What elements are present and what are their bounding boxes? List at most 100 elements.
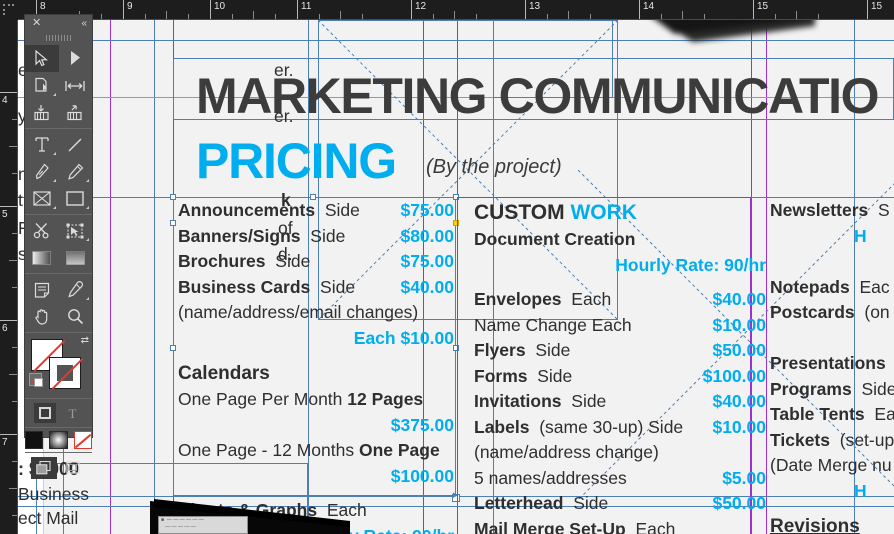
item-price: $50.00	[712, 340, 766, 360]
ruler-label-v: 4	[2, 95, 8, 106]
frame-handle-tl[interactable]	[170, 194, 176, 200]
item-unit: (set-up	[839, 429, 894, 450]
list-item: Notepads Eac	[770, 275, 894, 301]
item-label: Invitations	[474, 391, 562, 411]
apply-color-icon[interactable]	[25, 431, 44, 449]
placed-file-thumbnail: ■ — — — — — — — — — — — — — —	[158, 516, 248, 534]
stroke-swatch[interactable]	[49, 357, 81, 389]
item-label: Envelopes	[474, 289, 562, 309]
item-price: H	[854, 225, 867, 246]
item-label: Letterhead	[474, 493, 564, 513]
list-item: Envelopes Each $40.00	[474, 287, 766, 313]
pencil-tool[interactable]	[59, 158, 93, 185]
note-tool[interactable]	[25, 276, 59, 303]
content-placer-tool[interactable]	[59, 99, 93, 126]
apply-none-icon[interactable]	[73, 431, 92, 449]
gap-tool[interactable]	[59, 72, 93, 99]
ruler-label: 14	[643, 1, 655, 12]
page-title-sub: PRICING	[196, 133, 397, 189]
item-label: Presentations	[770, 353, 886, 373]
type-tool[interactable]	[25, 131, 59, 158]
item-label: Forms	[474, 365, 528, 386]
item-label: Name Change Each	[474, 314, 632, 335]
item-unit: One Page	[358, 440, 440, 460]
ruler-guide	[18, 40, 894, 41]
free-transform-tool[interactable]	[59, 217, 93, 244]
zoom-tool[interactable]	[59, 303, 93, 330]
line-tool[interactable]	[59, 131, 93, 158]
item-label: Business Cards	[178, 276, 311, 297]
section-heading-custom-work: CUSTOM WORK	[474, 198, 766, 227]
frame-handle-ml[interactable]	[170, 220, 176, 226]
page-title-main: MARKETING COMMUNICATIO	[196, 68, 879, 124]
direct-selection-tool[interactable]	[59, 45, 93, 72]
fill-mode-controls	[25, 427, 92, 452]
page-tool[interactable]	[25, 72, 59, 99]
item-label: Postcards	[770, 302, 855, 322]
list-item: Labels (same 30-up) Side $10.00	[474, 415, 766, 441]
tools-panel[interactable]: ✕ « ⇄ T	[24, 14, 93, 479]
item-note: (name/address change)	[474, 442, 659, 462]
item-label: Labels	[474, 416, 530, 437]
item-label: Mail Merge Set-Up	[474, 518, 626, 534]
ruler-label: 11	[301, 1, 312, 12]
tool-group-type-draw	[25, 128, 92, 214]
ruler-origin-point[interactable]	[0, 0, 18, 20]
item-label: One Page Per Month	[178, 389, 348, 409]
frame-tool[interactable]	[25, 185, 59, 212]
formatting-affects-container-button[interactable]	[33, 403, 56, 423]
linked-frames-icon: 🔗	[161, 502, 180, 514]
selection-tool[interactable]	[25, 45, 59, 72]
item-label: Programs	[770, 378, 852, 399]
item-unit: Side	[571, 391, 607, 411]
horizontal-ruler[interactable]: 8 9 10 11 12 13 14 15 15	[0, 0, 894, 20]
list-item-note: (name/address/email changes)	[178, 300, 454, 326]
item-price: $50.00	[712, 493, 766, 513]
eyedropper-tool[interactable]	[59, 276, 93, 303]
item-note: (name/address/email changes)	[178, 302, 419, 322]
vertical-ruler[interactable]: 4 5 6 7	[0, 0, 18, 534]
item-price: H	[854, 480, 867, 501]
fill-stroke-controls: ⇄	[25, 332, 92, 398]
panel-drag-handle[interactable]	[25, 33, 92, 43]
close-icon[interactable]: ✕	[32, 18, 41, 29]
tool-group-selection	[25, 43, 92, 128]
swap-fill-stroke-icon[interactable]: ⇄	[81, 335, 89, 346]
tool-group-transform	[25, 214, 92, 273]
list-item-spacer	[770, 326, 894, 352]
hand-tool[interactable]	[25, 303, 59, 330]
item-unit: Each	[571, 289, 612, 309]
apply-gradient-icon[interactable]	[49, 431, 68, 449]
formatting-affects-controls: T	[25, 398, 92, 427]
ruler-label: 13	[529, 1, 541, 12]
list-item: 5 names/addresses $5.00	[474, 466, 766, 492]
ruler-label: 10	[214, 1, 226, 12]
scissors-tool[interactable]	[25, 217, 59, 244]
rectangle-tool[interactable]	[59, 185, 93, 212]
normal-view-mode-button[interactable]	[30, 457, 57, 479]
tools-panel-titlebar[interactable]: ✕ «	[25, 15, 92, 33]
item-unit: 12 Pages	[347, 389, 424, 409]
list-item: Postcards (on	[770, 300, 894, 326]
clipped-text: er.	[274, 106, 294, 126]
content-collector-tool[interactable]	[25, 99, 59, 126]
document-canvas[interactable]: 🔗 MARKETING COMMUNICATIO PRICING (By the…	[18, 20, 894, 534]
subheading-price: Hourly Rate: 90/hr	[615, 254, 766, 275]
list-item: Mail Merge Set-Up Each	[474, 517, 766, 534]
item-unit: Side	[537, 365, 573, 386]
gradient-swatch-tool[interactable]	[25, 244, 59, 271]
item-label: Notepads	[770, 276, 850, 297]
formatting-affects-text-button[interactable]: T	[62, 403, 84, 423]
list-item-spacer	[770, 249, 894, 275]
item-unit: Each	[635, 518, 676, 534]
gradient-feather-tool[interactable]	[59, 244, 93, 271]
pen-tool[interactable]	[25, 158, 59, 185]
item-unit: Ea	[874, 404, 894, 424]
preview-view-mode-button[interactable]	[61, 457, 87, 479]
frame-handle-bl[interactable]	[170, 345, 176, 351]
item-price: $75.00	[400, 200, 454, 220]
list-item: Business Cards Side $40.00	[178, 275, 454, 301]
collapse-panel-icon[interactable]: «	[81, 18, 87, 29]
item-price: $40.00	[400, 276, 454, 297]
default-fill-stroke-icon[interactable]	[29, 373, 43, 387]
